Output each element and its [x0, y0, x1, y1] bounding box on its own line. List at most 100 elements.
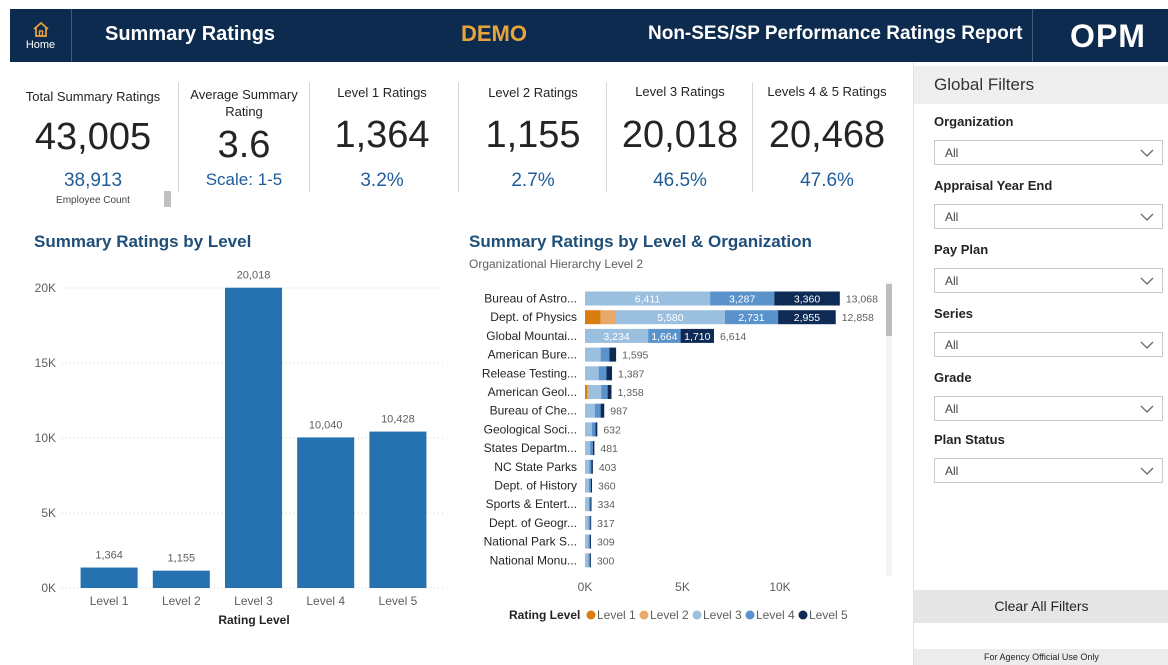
- kpi-divider: [309, 82, 310, 192]
- clear-all-filters-button[interactable]: Clear All Filters: [914, 590, 1168, 623]
- bar-level-1: [80, 567, 138, 588]
- segment-label: 6,411: [635, 294, 661, 306]
- opm-logo: OPM: [1070, 18, 1146, 54]
- filter-dropdown[interactable]: All: [934, 458, 1163, 483]
- segment-level-1: [585, 385, 588, 399]
- org-label: National Monu...: [490, 553, 577, 567]
- segment-level-5: [595, 422, 598, 437]
- chevron-down-icon: [1140, 341, 1154, 349]
- segment-level-3: [585, 534, 589, 549]
- chart-scroll-thumb[interactable]: [886, 284, 892, 336]
- segment-level-3: [585, 403, 595, 418]
- org-label: Dept. of Physics: [490, 310, 577, 324]
- segment-level-4: [598, 366, 607, 381]
- x-tick-label: Level 4: [306, 594, 345, 608]
- legend-item: Level 3: [703, 608, 742, 622]
- segment-level-5: [590, 478, 593, 493]
- data-label: 1,155: [168, 553, 196, 565]
- y-tick-label: 0K: [41, 581, 56, 595]
- org-label: American Bure...: [488, 348, 577, 362]
- filter-label: Organization: [934, 114, 1014, 129]
- total-label: 309: [597, 537, 615, 549]
- bar-level-5: [369, 431, 427, 588]
- filter-dropdown[interactable]: All: [934, 204, 1163, 229]
- filter-value: All: [945, 274, 959, 288]
- total-label: 403: [599, 462, 617, 474]
- home-icon: [32, 21, 49, 37]
- page-title: Summary Ratings: [105, 23, 276, 45]
- segment-level-3: [585, 478, 589, 493]
- segment-level-4: [590, 441, 593, 456]
- filter-label: Plan Status: [934, 432, 1005, 447]
- segment-level-5: [590, 497, 592, 512]
- x-axis-label: Rating Level: [218, 613, 289, 627]
- kpi-subvalue: 2.7%: [511, 170, 555, 191]
- filters-title: Global Filters: [934, 75, 1035, 94]
- kpi-divider: [606, 82, 607, 192]
- filters-header: Global Filters: [914, 66, 1168, 104]
- segment-level-5: [609, 347, 617, 362]
- logo-text: OPM: [1070, 18, 1146, 54]
- bar-level-3: [224, 287, 283, 588]
- filter-value: All: [945, 338, 959, 352]
- segment-level-2: [600, 310, 617, 325]
- segment-level-5: [607, 385, 612, 399]
- filter-dropdown[interactable]: All: [934, 396, 1163, 421]
- org-label: Sports & Entert...: [486, 497, 577, 511]
- legend-marker: [692, 610, 702, 620]
- total-label: 632: [603, 424, 621, 436]
- filter-dropdown[interactable]: All: [934, 332, 1163, 357]
- kpi-label: Level 1 Ratings: [337, 85, 427, 100]
- x-tick-label: 10K: [769, 580, 790, 594]
- segment-level-4: [592, 422, 596, 437]
- x-tick-label: Level 1: [90, 594, 129, 608]
- kpi-label: Levels 4 & 5 Ratings: [767, 84, 887, 99]
- total-label: 300: [597, 555, 615, 567]
- kpi-subvalue: 46.5%: [653, 170, 707, 191]
- org-label: Global Mountai...: [486, 329, 577, 343]
- kpi-subvalue: 47.6%: [800, 170, 854, 191]
- x-tick-label: 0K: [578, 580, 593, 594]
- chevron-down-icon: [1140, 405, 1154, 413]
- x-tick-label: 5K: [675, 580, 690, 594]
- segment-level-4: [600, 347, 610, 362]
- x-tick-label: Level 2: [162, 594, 201, 608]
- segment-level-3: [585, 422, 593, 437]
- total-label: 317: [597, 518, 615, 530]
- legend-marker: [639, 610, 649, 620]
- chevron-down-icon: [1140, 213, 1154, 221]
- segment-level-3: [585, 515, 589, 530]
- x-tick-label: Level 3: [234, 594, 273, 608]
- bar-level-4: [297, 437, 355, 588]
- y-tick-label: 15K: [35, 356, 56, 370]
- total-label: 360: [598, 481, 616, 493]
- filter-dropdown[interactable]: All: [934, 268, 1163, 293]
- kpi-total-summary: Total Summary Ratings 43,005 38,913 Empl…: [18, 72, 168, 212]
- filter-label: Grade: [934, 370, 972, 385]
- kpi-value: 3.6: [217, 124, 271, 166]
- filter-dropdown[interactable]: All: [934, 140, 1163, 165]
- kpi-level2: Level 2 Ratings 1,155 2.7%: [461, 72, 605, 212]
- segment-level-4: [601, 385, 608, 399]
- legend-item: Level 4: [756, 608, 795, 622]
- segment-label: 2,731: [738, 312, 764, 324]
- kpi-label: Average Summary Rating: [190, 87, 298, 119]
- kpi-label: Total Summary Ratings: [25, 89, 161, 104]
- org-label: Dept. of History: [494, 479, 577, 493]
- home-button[interactable]: Home: [10, 9, 72, 62]
- kpi-level1: Level 1 Ratings 1,364 3.2%: [312, 72, 452, 212]
- kpi-subvalue: 38,913: [63, 170, 123, 191]
- org-chart-subtitle: Organizational Hierarchy Level 2: [469, 257, 644, 271]
- segment-level-3: [585, 441, 591, 456]
- segment-label: 2,955: [794, 312, 820, 324]
- total-label: 987: [610, 406, 628, 418]
- segment-level-4: [589, 459, 592, 474]
- kpi-level3: Level 3 Ratings 20,018 46.5%: [608, 72, 752, 212]
- segment-level-5: [600, 403, 605, 418]
- y-tick-label: 20K: [35, 281, 56, 295]
- segment-level-2: [587, 385, 589, 399]
- mini-scrollbar[interactable]: [164, 191, 171, 207]
- segment-level-4: [588, 478, 591, 493]
- filter-value: All: [945, 210, 959, 224]
- total-label: 1,358: [617, 387, 643, 399]
